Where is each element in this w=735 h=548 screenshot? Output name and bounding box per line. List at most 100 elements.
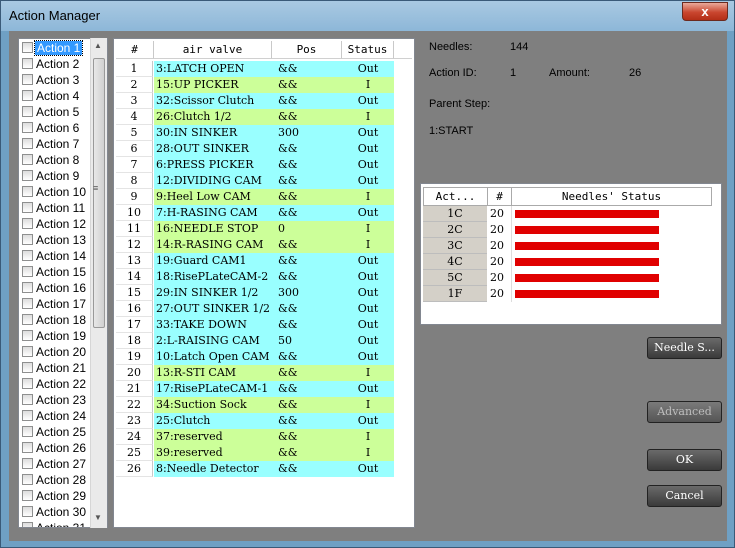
action-list-item[interactable]: Action 23 (21, 392, 93, 408)
needle-row[interactable]: 2C 20 (423, 222, 713, 238)
checkbox-icon[interactable] (22, 154, 33, 165)
action-list-item[interactable]: Action 14 (21, 248, 93, 264)
action-list-item[interactable]: Action 22 (21, 376, 93, 392)
checkbox-icon[interactable] (22, 522, 33, 527)
action-list-item[interactable]: Action 10 (21, 184, 93, 200)
checkbox-icon[interactable] (22, 282, 33, 293)
action-list-item[interactable]: Action 4 (21, 88, 93, 104)
checkbox-icon[interactable] (22, 506, 33, 517)
scrollbar-thumb[interactable] (93, 58, 105, 328)
action-list-item[interactable]: Action 1 (21, 40, 93, 56)
table-row[interactable]: 19 10:Latch Open CAM && Out (116, 349, 394, 365)
table-row[interactable]: 11 16:NEEDLE STOP 0 I (116, 221, 394, 237)
column-header-needles-status[interactable]: Needles' Status (512, 187, 712, 206)
action-list-item[interactable]: Action 26 (21, 440, 93, 456)
scroll-down-icon[interactable]: ▼ (94, 513, 102, 522)
advanced-button[interactable]: Advanced (647, 401, 722, 423)
column-header-status[interactable]: Status (342, 41, 394, 59)
action-list-item[interactable]: Action 17 (21, 296, 93, 312)
action-list-item[interactable]: Action 25 (21, 424, 93, 440)
checkbox-icon[interactable] (22, 378, 33, 389)
table-row[interactable]: 1 3:LATCH OPEN && Out (116, 61, 394, 77)
checkbox-icon[interactable] (22, 202, 33, 213)
column-header-number[interactable]: # (116, 41, 154, 59)
column-header-count[interactable]: # (488, 187, 512, 206)
table-row[interactable]: 6 28:OUT SINKER && Out (116, 141, 394, 157)
needle-row[interactable]: 1C 20 (423, 206, 713, 222)
action-list-item[interactable]: Action 19 (21, 328, 93, 344)
table-row[interactable]: 26 8:Needle Detector && Out (116, 461, 394, 477)
table-row[interactable]: 25 39:reserved && I (116, 445, 394, 461)
table-row[interactable]: 17 33:TAKE DOWN && Out (116, 317, 394, 333)
table-row[interactable]: 16 27:OUT SINKER 1/2 && Out (116, 301, 394, 317)
action-list-item[interactable]: Action 18 (21, 312, 93, 328)
checkbox-icon[interactable] (22, 474, 33, 485)
column-header-act[interactable]: Act... (423, 187, 488, 206)
action-list-scrollbar[interactable]: ▲ ≡ ▼ (90, 38, 107, 528)
action-list-item[interactable]: Action 20 (21, 344, 93, 360)
checkbox-icon[interactable] (22, 266, 33, 277)
needle-row[interactable]: 5C 20 (423, 270, 713, 286)
action-list-item[interactable]: Action 3 (21, 72, 93, 88)
action-list-item[interactable]: Action 24 (21, 408, 93, 424)
checkbox-icon[interactable] (22, 442, 33, 453)
table-row[interactable]: 20 13:R-STI CAM && I (116, 365, 394, 381)
action-list-item[interactable]: Action 9 (21, 168, 93, 184)
checkbox-icon[interactable] (22, 106, 33, 117)
action-list-item[interactable]: Action 13 (21, 232, 93, 248)
table-row[interactable]: 14 18:RisePLateCAM-2 && Out (116, 269, 394, 285)
table-row[interactable]: 13 19:Guard CAM1 && Out (116, 253, 394, 269)
checkbox-icon[interactable] (22, 122, 33, 133)
table-row[interactable]: 21 17:RisePLateCAM-1 && Out (116, 381, 394, 397)
checkbox-icon[interactable] (22, 234, 33, 245)
checkbox-icon[interactable] (22, 426, 33, 437)
checkbox-icon[interactable] (22, 362, 33, 373)
table-row[interactable]: 23 25:Clutch && Out (116, 413, 394, 429)
close-button[interactable]: x (682, 2, 728, 21)
action-list-item[interactable]: Action 11 (21, 200, 93, 216)
needle-status-button[interactable]: Needle S... (647, 337, 722, 359)
column-header-air-valve[interactable]: air valve (154, 41, 272, 59)
action-list-item[interactable]: Action 7 (21, 136, 93, 152)
checkbox-icon[interactable] (22, 394, 33, 405)
action-list-item[interactable]: Action 5 (21, 104, 93, 120)
table-row[interactable]: 5 30:IN SINKER 300 Out (116, 125, 394, 141)
needle-row[interactable]: 4C 20 (423, 254, 713, 270)
action-list-item[interactable]: Action 27 (21, 456, 93, 472)
action-list-item[interactable]: Action 2 (21, 56, 93, 72)
checkbox-icon[interactable] (22, 314, 33, 325)
action-list-item[interactable]: Action 28 (21, 472, 93, 488)
checkbox-icon[interactable] (22, 186, 33, 197)
checkbox-icon[interactable] (22, 58, 33, 69)
ok-button[interactable]: OK (647, 449, 722, 471)
checkbox-icon[interactable] (22, 138, 33, 149)
checkbox-icon[interactable] (22, 250, 33, 261)
action-list-item[interactable]: Action 29 (21, 488, 93, 504)
table-row[interactable]: 10 7:H-RASING CAM && Out (116, 205, 394, 221)
checkbox-icon[interactable] (22, 298, 33, 309)
action-list-item[interactable]: Action 15 (21, 264, 93, 280)
action-list-item[interactable]: Action 6 (21, 120, 93, 136)
table-row[interactable]: 8 12:DIVIDING CAM && Out (116, 173, 394, 189)
checkbox-icon[interactable] (22, 346, 33, 357)
checkbox-icon[interactable] (22, 170, 33, 181)
table-row[interactable]: 22 34:Suction Sock && I (116, 397, 394, 413)
checkbox-icon[interactable] (22, 42, 33, 53)
needle-row[interactable]: 1F 20 (423, 286, 713, 302)
checkbox-icon[interactable] (22, 330, 33, 341)
checkbox-icon[interactable] (22, 490, 33, 501)
action-list-item[interactable]: Action 31 (21, 520, 93, 527)
table-row[interactable]: 7 6:PRESS PICKER && Out (116, 157, 394, 173)
action-list-item[interactable]: Action 16 (21, 280, 93, 296)
action-list-item[interactable]: Action 30 (21, 504, 93, 520)
table-row[interactable]: 18 2:L-RAISING CAM 50 Out (116, 333, 394, 349)
table-row[interactable]: 3 32:Scissor Clutch && Out (116, 93, 394, 109)
column-header-pos[interactable]: Pos (272, 41, 342, 59)
table-row[interactable]: 12 14:R-RASING CAM && I (116, 237, 394, 253)
checkbox-icon[interactable] (22, 458, 33, 469)
table-row[interactable]: 4 26:Clutch 1/2 && I (116, 109, 394, 125)
checkbox-icon[interactable] (22, 410, 33, 421)
action-list-item[interactable]: Action 21 (21, 360, 93, 376)
checkbox-icon[interactable] (22, 74, 33, 85)
action-list-item[interactable]: Action 8 (21, 152, 93, 168)
